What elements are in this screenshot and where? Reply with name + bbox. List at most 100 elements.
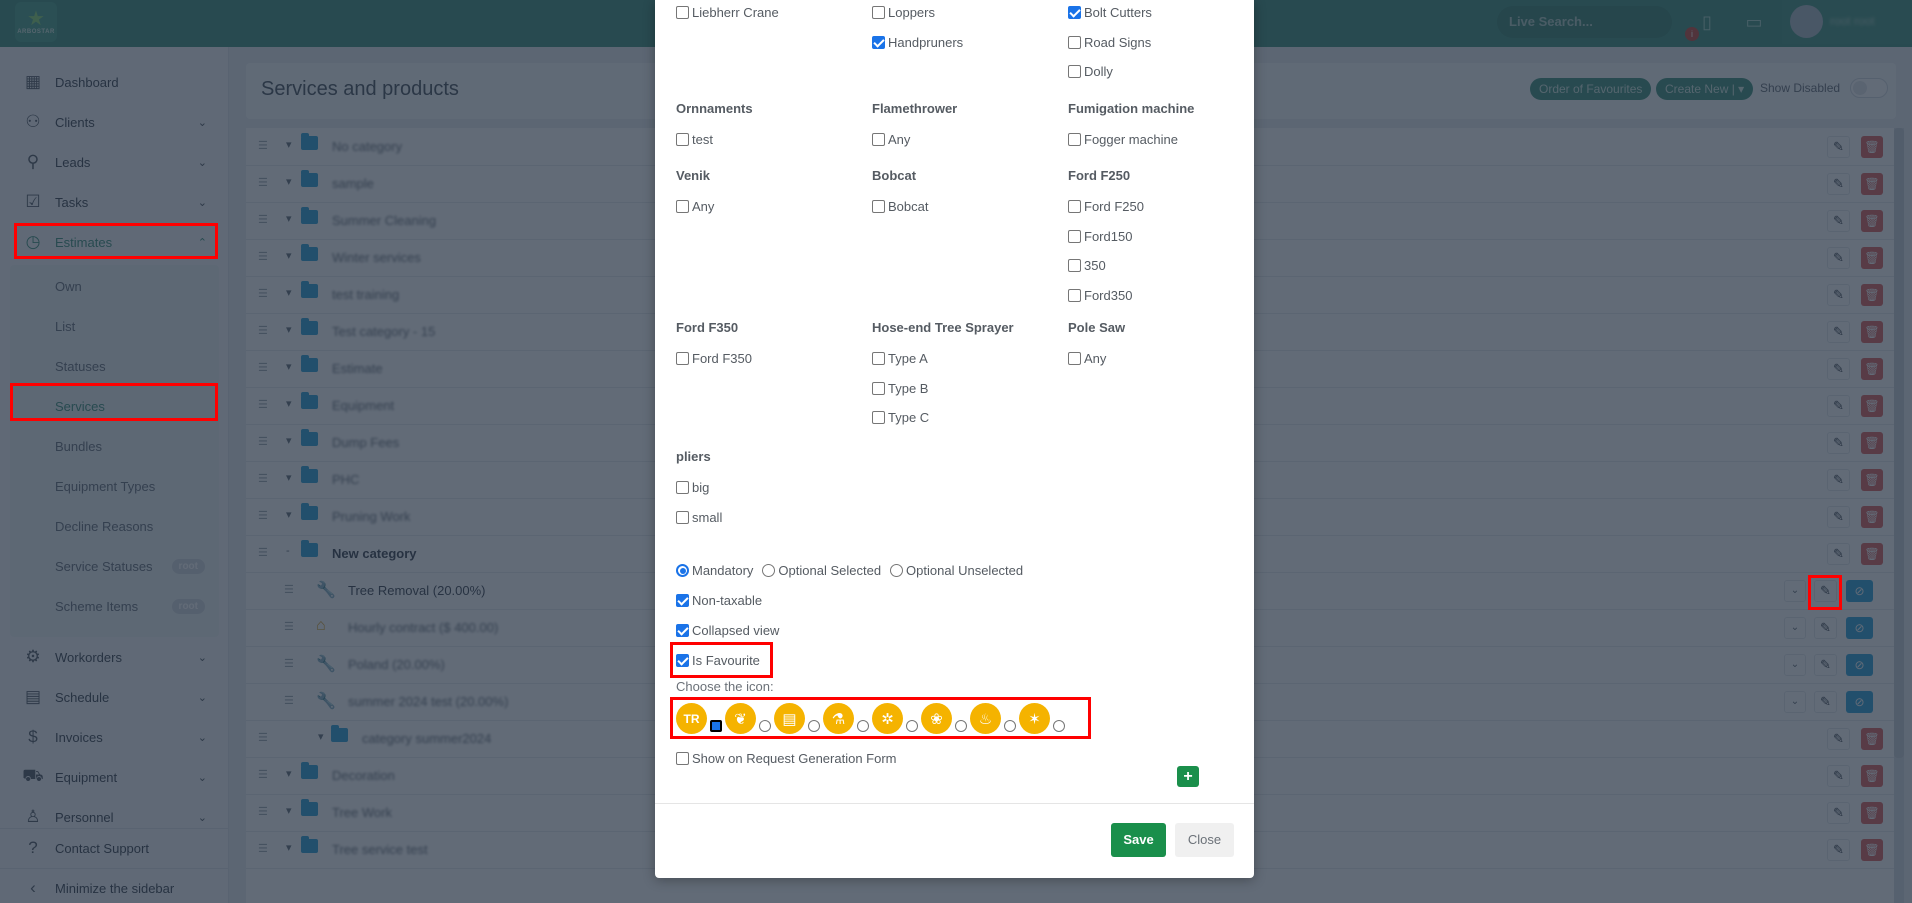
equipment-option[interactable]: Type A — [872, 344, 1062, 374]
checkbox[interactable] — [676, 200, 689, 214]
radio-button[interactable] — [890, 564, 904, 577]
plus-icon: + — [1183, 768, 1193, 785]
checkbox[interactable] — [1068, 352, 1081, 366]
icon-radio[interactable] — [808, 719, 820, 732]
equipment-option[interactable]: Bolt Cutters — [1068, 0, 1258, 28]
edit-service-modal: Liebherr Crane Loppers Handpruners Bolt Cut… — [655, 0, 1254, 878]
add-button[interactable]: + — [1177, 766, 1199, 787]
equipment-option[interactable]: Loppers — [872, 0, 1062, 28]
checkbox[interactable] — [872, 200, 885, 214]
checkbox[interactable] — [872, 6, 885, 20]
equipment-option[interactable]: Road Signs — [1068, 28, 1258, 58]
checkbox-label: Show on Request Generation Form — [692, 751, 897, 766]
icon-picker: TR ❦ ▤ ⚗ ✲ ❀ ♨ ✶ — [676, 703, 1068, 734]
checkbox[interactable] — [676, 654, 689, 667]
is-favourite-checkbox[interactable]: Is Favourite — [676, 653, 760, 668]
equipment-option[interactable]: Fogger machine — [1068, 125, 1258, 155]
checkbox[interactable] — [676, 481, 689, 495]
radio-mandatory[interactable]: Mandatory — [676, 563, 753, 578]
checkbox[interactable] — [1068, 229, 1081, 243]
checkbox[interactable] — [676, 624, 689, 637]
equipment-option[interactable]: Any — [1068, 344, 1258, 374]
checkbox[interactable] — [872, 133, 885, 147]
checkbox[interactable] — [1068, 6, 1081, 20]
radio-button[interactable] — [762, 564, 776, 577]
equipment-option[interactable]: Handpruners — [872, 28, 1062, 58]
icon-radio[interactable] — [955, 719, 967, 732]
equipment-option[interactable]: Type C — [872, 403, 1062, 433]
initials-tr-icon[interactable]: TR — [676, 703, 707, 734]
equipment-option[interactable]: Type B — [872, 374, 1062, 404]
checkbox[interactable] — [1068, 133, 1081, 147]
microscope-leaf-icon[interactable]: ⚗ — [823, 703, 854, 734]
choose-icon-label: Choose the icon: — [676, 679, 774, 694]
equipment-option[interactable]: Bobcat — [872, 192, 1062, 222]
equipment-group-title: Ornnaments — [676, 101, 753, 116]
equipment-group: Venik Any — [676, 168, 866, 222]
equipment-option[interactable]: Any — [676, 192, 866, 222]
radio-optional-unselected[interactable]: Optional Unselected — [890, 563, 1023, 578]
radio-label: Optional Unselected — [906, 563, 1024, 578]
checkbox[interactable] — [872, 381, 885, 395]
equipment-option[interactable]: Any — [872, 125, 1062, 155]
checkbox-label: Non-taxable — [692, 593, 763, 608]
equipment-option[interactable]: Dolly — [1068, 57, 1258, 87]
icon-radio[interactable] — [759, 719, 771, 732]
checkbox[interactable] — [872, 411, 885, 425]
equipment-group: Ford F250 Ford F250 Ford150 350 Ford350 — [1068, 168, 1258, 310]
show-on-request-checkbox[interactable]: Show on Request Generation Form — [676, 751, 897, 766]
checkbox-label: Is Favourite — [692, 653, 760, 668]
tree-saw-icon[interactable]: ❀ — [921, 703, 952, 734]
equipment-option-label: Type B — [888, 380, 929, 396]
radio-button[interactable] — [676, 564, 689, 577]
equipment-option[interactable]: Ford F250 — [1068, 192, 1258, 222]
equipment-group: pliers big small — [676, 449, 866, 532]
tree-roots-icon[interactable]: ❦ — [725, 703, 756, 734]
icon-radio[interactable] — [1004, 719, 1016, 732]
icon-radio[interactable] — [1053, 719, 1065, 732]
checkbox[interactable] — [1068, 200, 1081, 214]
checkbox[interactable] — [1068, 259, 1081, 273]
checkbox[interactable] — [676, 510, 689, 524]
non-taxable-checkbox[interactable]: Non-taxable — [676, 593, 762, 608]
tree-shovel-icon[interactable]: ✲ — [872, 703, 903, 734]
checkbox[interactable] — [1068, 288, 1081, 302]
radio-optional-selected[interactable]: Optional Selected — [762, 563, 881, 578]
save-button[interactable]: Save — [1111, 823, 1166, 857]
mode-radio-group: Mandatory Optional Selected Optional Uns… — [676, 563, 1032, 578]
collapsed-view-checkbox[interactable]: Collapsed view — [676, 623, 779, 638]
equipment-group-title: Bobcat — [872, 168, 917, 183]
equipment-option-label: Bobcat — [888, 199, 929, 215]
equipment-group-title: Ford F250 — [1068, 168, 1131, 183]
checkbox[interactable] — [872, 35, 885, 49]
close-button[interactable]: Close — [1175, 823, 1234, 857]
checkbox[interactable] — [676, 594, 689, 607]
checkbox[interactable] — [676, 352, 689, 366]
checkbox[interactable] — [1068, 65, 1081, 79]
stump-icon[interactable]: ♨ — [970, 703, 1001, 734]
equipment-option[interactable]: test — [676, 125, 866, 155]
icon-radio[interactable] — [906, 719, 918, 732]
equipment-option-label: test — [692, 132, 713, 148]
christmas-tree-icon[interactable]: ✶ — [1019, 703, 1050, 734]
equipment-option[interactable]: Ford150 — [1068, 222, 1258, 252]
checkbox[interactable] — [676, 752, 689, 765]
modal-footer-divider — [655, 803, 1254, 804]
equipment-option[interactable]: Ford350 — [1068, 281, 1258, 311]
checkbox[interactable] — [872, 352, 885, 366]
document-chart-icon[interactable]: ▤ — [774, 703, 805, 734]
equipment-group: Pole Saw Any — [1068, 320, 1258, 374]
icon-radio[interactable] — [857, 719, 869, 732]
equipment-option[interactable]: Liebherr Crane — [676, 0, 866, 28]
equipment-option[interactable]: big — [676, 473, 866, 503]
checkbox[interactable] — [676, 133, 689, 147]
equipment-option[interactable]: 350 — [1068, 251, 1258, 281]
icon-radio[interactable] — [710, 719, 722, 732]
equipment-option-label: Any — [1084, 351, 1107, 367]
equipment-option[interactable]: Ford F350 — [676, 344, 866, 374]
equipment-option[interactable]: small — [676, 503, 866, 533]
checkbox[interactable] — [1068, 35, 1081, 49]
equipment-group-title: Pole Saw — [1068, 320, 1126, 335]
checkbox[interactable] — [676, 6, 689, 20]
equipment-group: Loppers Handpruners — [872, 0, 1062, 57]
